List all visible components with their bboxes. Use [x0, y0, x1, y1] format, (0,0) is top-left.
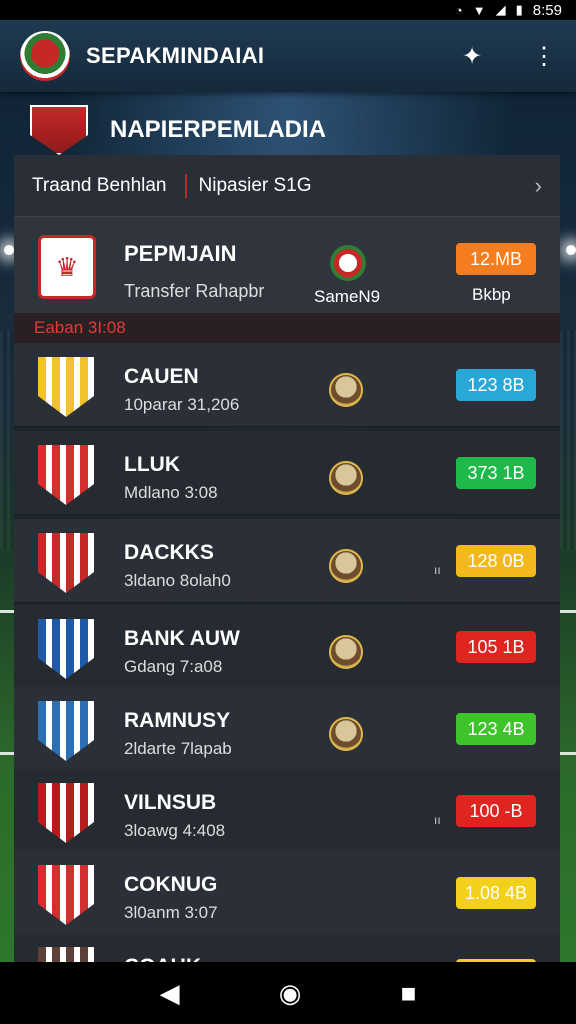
club-subtitle: Mdlano 3:08: [124, 483, 218, 502]
size-badge[interactable]: 123 4B: [456, 713, 536, 745]
list-item[interactable]: COAUK: [14, 933, 560, 965]
indicator: ıı: [434, 563, 441, 577]
ball-icon: [330, 245, 366, 281]
transfer-list-panel: Traand Benhlan Nipasier S1G › ♛ PEPMJAIN…: [14, 155, 560, 965]
list-item[interactable]: CAUEN 10parar 31,206 123 8B: [14, 343, 560, 427]
pitch-line: [0, 752, 14, 755]
pitch-line: [0, 610, 14, 613]
player-avatar-icon: [329, 717, 363, 751]
home-icon[interactable]: ◉: [279, 978, 302, 1009]
list-item[interactable]: RAMNUSY 2ldarte 7lapab 123 4B: [14, 687, 560, 771]
mini-label: SameN9: [314, 287, 381, 306]
club-crest-icon: [38, 533, 94, 593]
club-name: COKNUG: [124, 873, 218, 896]
wifi-icon: ▼: [472, 2, 486, 18]
player-avatar-icon: [329, 461, 363, 495]
app-bar: SEPAKMINDAIAI ✦ ⋮: [0, 20, 576, 92]
club-crest-icon: [38, 701, 94, 761]
list-item[interactable]: LLUK Mdlano 3:08 373 1B: [14, 431, 560, 515]
filter-bar[interactable]: Traand Benhlan Nipasier S1G ›: [14, 155, 560, 217]
club-subtitle: Gdang 7:a08: [124, 657, 223, 676]
pitch-line: [560, 610, 576, 613]
player-avatar-icon: [329, 549, 363, 583]
floodlight: [566, 245, 576, 255]
banner: NAPIERPEMLADIA: [30, 100, 326, 160]
club-name: VILNSUB: [124, 791, 217, 814]
leaf-icon[interactable]: ✦: [462, 42, 482, 71]
chevron-right-icon[interactable]: ›: [535, 173, 542, 199]
floodlight: [4, 245, 14, 255]
recents-icon[interactable]: ■: [401, 978, 417, 1009]
featured-row[interactable]: ♛ PEPMJAIN Transfer Rahapbr SameN9 12.MB…: [14, 217, 560, 343]
club-subtitle: Transfer Rahapbr: [124, 281, 265, 301]
app-title: SEPAKMINDAIAI: [86, 43, 265, 68]
club-name: RAMNUSY: [124, 709, 231, 732]
app-logo[interactable]: [20, 31, 70, 81]
club-name: DACKKS: [124, 541, 214, 564]
signal-icon: ◢: [495, 2, 506, 17]
system-nav-bar: ◀ ◉ ■: [0, 962, 576, 1024]
filter-right-label: Nipasier S1G: [198, 174, 312, 196]
indicator: ıı: [434, 813, 441, 827]
banner-title: NAPIERPEMLADIA: [110, 116, 327, 143]
size-badge[interactable]: 128 0B: [456, 545, 536, 577]
club-subtitle: 10parar 31,206: [124, 395, 240, 414]
club-crest-icon: [38, 865, 94, 925]
status-time: 8:59: [532, 1, 562, 19]
club-crest-icon: [38, 619, 94, 679]
club-subtitle: 3ldano 8olah0: [124, 571, 231, 590]
club-crest-icon: [38, 783, 94, 843]
club-name: PEPMJAIN: [124, 241, 237, 266]
size-badge[interactable]: 373 1B: [456, 457, 536, 489]
date-label: Eaban 3I:08: [14, 313, 560, 343]
list-item[interactable]: DACKKS 3ldano 8olah0 ıı 128 0B: [14, 519, 560, 603]
club-subtitle: 3loawg 4:408: [124, 821, 226, 840]
battery-icon: ▮: [515, 2, 523, 17]
list-item[interactable]: COKNUG 3l0anm 3:07 1.08 4B: [14, 851, 560, 935]
club-crest-icon: [38, 445, 94, 505]
banner-crest: [30, 105, 88, 155]
list-item[interactable]: VILNSUB 3loawg 4:408 ıı 100 -B: [14, 769, 560, 853]
player-avatar-icon: [329, 373, 363, 407]
club-crest-icon: ♛: [38, 235, 96, 299]
filter-left-label: Traand Benhlan: [32, 174, 167, 196]
alarm-icon: ◔: [454, 2, 463, 18]
club-crest-icon: [38, 357, 94, 417]
filter-divider: [184, 173, 187, 198]
badge-caption: Bkbp: [472, 285, 511, 304]
size-badge[interactable]: 100 -B: [456, 795, 536, 827]
club-subtitle: 3l0anm 3:07: [124, 903, 218, 922]
club-name: BANK AUW: [124, 627, 240, 650]
size-badge[interactable]: 123 8B: [456, 369, 536, 401]
pitch-line: [560, 752, 576, 755]
status-bar: ◔ ▼ ◢ ▮ 8:59: [0, 0, 576, 20]
player-avatar-icon: [329, 635, 363, 669]
size-badge[interactable]: 105 1B: [456, 631, 536, 663]
back-icon[interactable]: ◀: [160, 978, 180, 1009]
club-name: LLUK: [124, 453, 180, 476]
club-subtitle: 2ldarte 7lapab: [124, 739, 232, 758]
more-options-icon[interactable]: ⋮: [532, 42, 556, 71]
size-badge[interactable]: 12.MB: [456, 243, 536, 275]
list-item[interactable]: BANK AUW Gdang 7:a08 105 1B: [14, 605, 560, 689]
club-name: CAUEN: [124, 365, 199, 388]
size-badge[interactable]: 1.08 4B: [456, 877, 536, 909]
